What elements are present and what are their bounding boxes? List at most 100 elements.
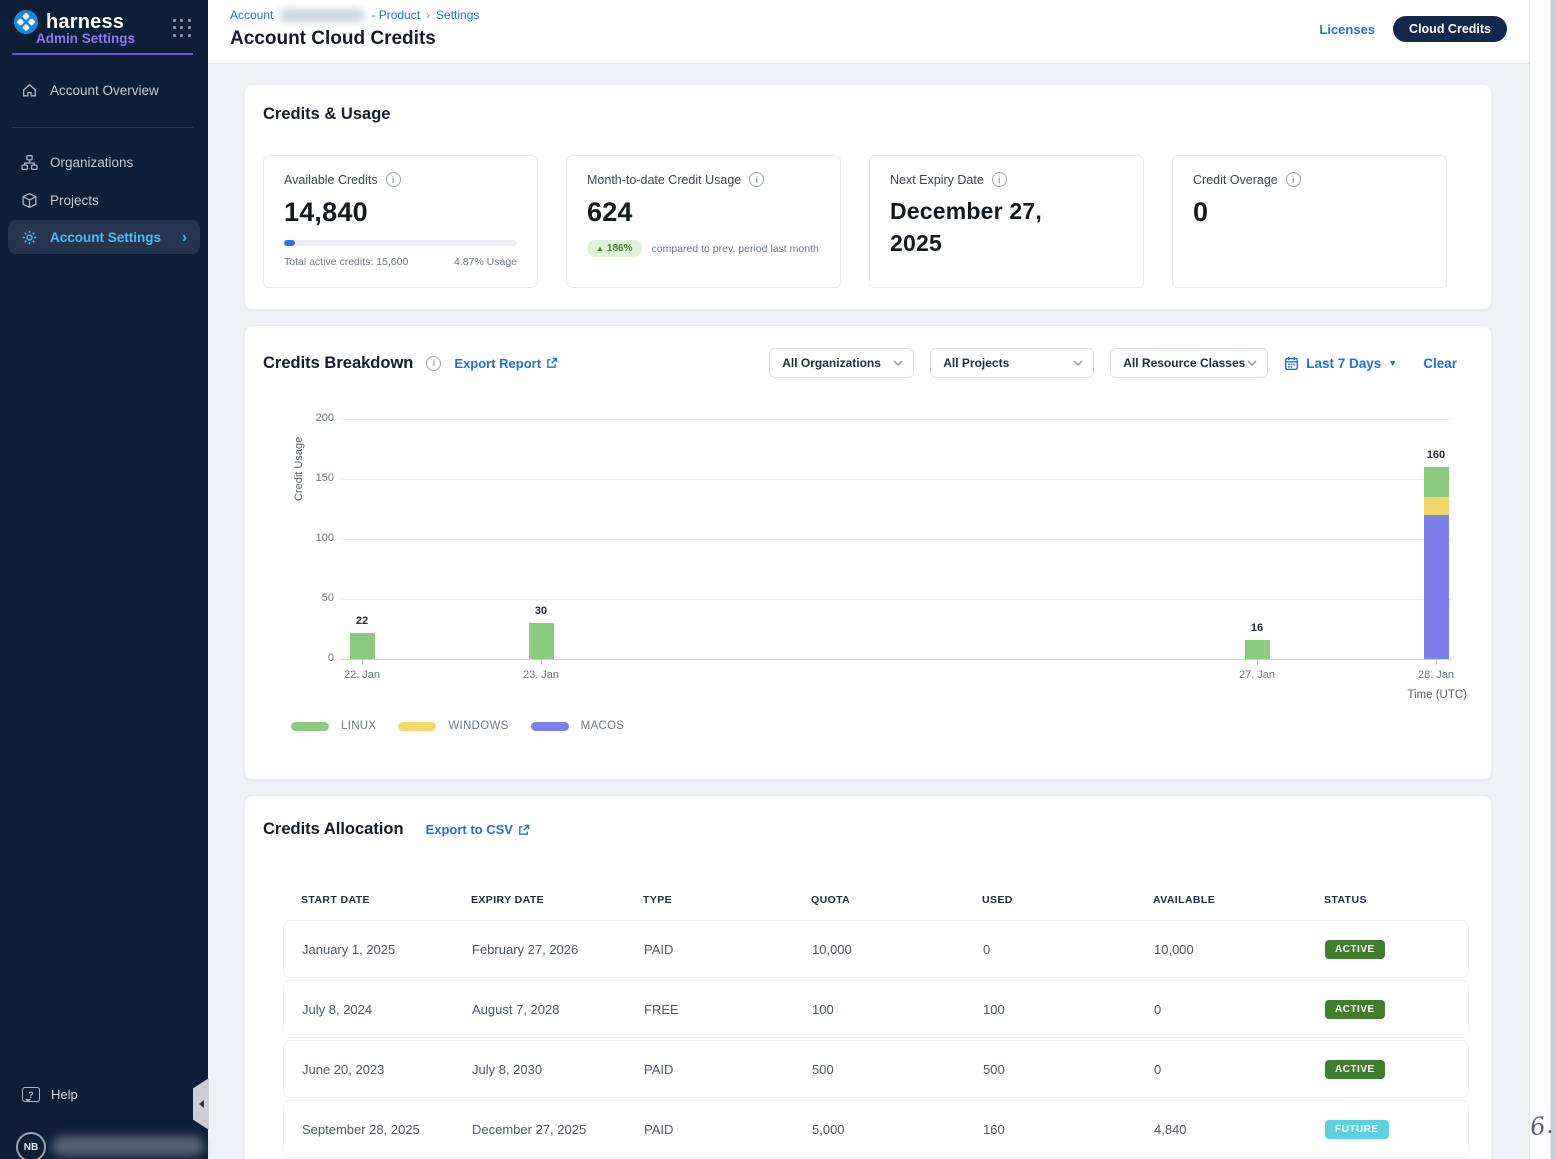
breadcrumb-product[interactable]: - Product (371, 8, 420, 22)
date-range-picker[interactable]: Last 7 Days ▼ (1284, 356, 1397, 371)
page-header: Account - Product › Settings Account Clo… (208, 0, 1556, 64)
column-header: QUOTA (811, 894, 982, 906)
chevron-down-icon (893, 360, 903, 366)
legend-label: WINDOWS (448, 720, 508, 732)
sidebar-item-account-settings[interactable]: Account Settings › (8, 220, 200, 254)
legend-label: MACOS (581, 720, 625, 732)
chart-y-axis-label: Credit Usage (293, 437, 305, 501)
mtd-usage-label: Month-to-date Credit Usage (587, 173, 741, 187)
bar-value-label: 22 (332, 615, 392, 627)
chevron-down-icon (1247, 360, 1257, 366)
info-icon[interactable]: i (426, 356, 441, 371)
sidebar-item-organizations[interactable]: Organizations (8, 146, 200, 178)
status-badge: ACTIVE (1325, 940, 1385, 959)
table-cell: 0 (1154, 1002, 1325, 1017)
info-icon[interactable]: i (749, 172, 764, 187)
table-cell: 0 (1154, 1062, 1325, 1077)
external-link-icon (518, 824, 530, 836)
breadcrumb-account[interactable]: Account (230, 8, 273, 22)
sidebar-item-label: Organizations (50, 155, 133, 170)
legend-item-macos[interactable]: MACOS (531, 720, 625, 732)
app-grid-icon[interactable] (173, 19, 192, 38)
caret-down-icon: ▼ (1388, 358, 1397, 368)
credits-allocation-panel: Credits Allocation Export to CSV START D… (244, 795, 1492, 1159)
chart-gridline (341, 479, 1451, 480)
credits-breakdown-title: Credits Breakdown (263, 354, 413, 373)
table-row[interactable]: September 28, 2025December 27, 2025PAID5… (283, 1100, 1469, 1158)
chart-x-tick: 22. Jan (322, 669, 402, 681)
organizations-filter[interactable]: All Organizations (769, 348, 914, 378)
credit-overage-value: 0 (1193, 197, 1426, 228)
breadcrumb-settings[interactable]: Settings (436, 8, 479, 22)
projects-filter[interactable]: All Projects (930, 348, 1094, 378)
credits-usage-title: Credits & Usage (263, 105, 390, 124)
available-credits-label: Available Credits (284, 173, 378, 187)
table-cell: PAID (644, 942, 812, 957)
export-csv-link[interactable]: Export to CSV (426, 822, 530, 837)
status-badge: ACTIVE (1325, 1060, 1385, 1079)
info-icon[interactable]: i (992, 172, 1007, 187)
legend-item-windows[interactable]: WINDOWS (398, 720, 508, 732)
chart-x-axis-label: Time (UTC) (1407, 689, 1467, 701)
usage-percent: 4.87% Usage (454, 256, 517, 268)
credits-progress-bar (284, 240, 517, 246)
resource-classes-filter[interactable]: All Resource Classes (1110, 348, 1268, 378)
export-report-link[interactable]: Export Report (454, 356, 558, 371)
page-title: Account Cloud Credits (230, 28, 436, 50)
clear-filters-link[interactable]: Clear (1423, 356, 1457, 371)
bar-value-label: 30 (511, 605, 571, 617)
chart-y-tick: 0 (294, 652, 334, 664)
allocation-table-header: START DATEEXPIRY DATETYPEQUOTAUSEDAVAILA… (283, 894, 1469, 906)
chart-y-tick: 100 (294, 532, 334, 544)
sidebar-subtitle: Admin Settings (36, 31, 135, 46)
table-row[interactable]: January 1, 2025February 27, 2026PAID10,0… (283, 920, 1469, 978)
table-cell: 5,000 (812, 1122, 983, 1137)
help-button[interactable]: ? Help (22, 1087, 78, 1102)
table-cell: September 28, 2025 (302, 1122, 472, 1137)
legend-label: LINUX (341, 720, 376, 732)
sidebar-divider (12, 127, 193, 128)
sidebar: harness Admin Settings Account Overview (0, 0, 208, 1159)
help-chat-icon: ? (22, 1087, 40, 1102)
scrollbar-track[interactable] (1529, 0, 1551, 1159)
column-header: TYPE (643, 894, 811, 906)
breadcrumb-chevron-icon: › (426, 8, 430, 22)
legend-item-linux[interactable]: LINUX (291, 720, 376, 732)
credit-usage-chart: Credit Usage Time (UTC) 0501001502002222… (245, 401, 1493, 713)
next-expiry-card: Next Expiry Date i December 27, 2025 (869, 155, 1144, 288)
bar-segment-linux (529, 623, 554, 659)
table-cell: PAID (644, 1122, 812, 1137)
status-badge: FUTURE (1325, 1120, 1389, 1139)
table-cell: 0 (983, 942, 1154, 957)
delta-note: compared to prev. period last month (652, 243, 819, 255)
licenses-link[interactable]: Licenses (1319, 22, 1375, 37)
cloud-credits-button[interactable]: Cloud Credits (1393, 16, 1507, 42)
info-icon[interactable]: i (386, 172, 401, 187)
table-row[interactable]: June 20, 2023July 8, 2030PAID5005000ACTI… (283, 1040, 1469, 1098)
table-cell: December 27, 2025 (472, 1122, 644, 1137)
table-cell: July 8, 2030 (472, 1062, 644, 1077)
date-range-label: Last 7 Days (1306, 356, 1381, 371)
brand-underline (12, 53, 193, 55)
table-cell: 500 (812, 1062, 983, 1077)
chart-x-tick: 27. Jan (1217, 669, 1297, 681)
table-cell: 100 (812, 1002, 983, 1017)
bar-segment-linux (1245, 640, 1270, 659)
column-header: START DATE (301, 894, 471, 906)
delta-badge: ▲186% (587, 240, 642, 257)
sidebar-item-label: Account Settings (50, 230, 161, 245)
sidebar-item-label: Projects (50, 193, 99, 208)
table-cell: January 1, 2025 (302, 942, 472, 957)
sidebar-item-projects[interactable]: Projects (8, 184, 200, 216)
chart-gridline (341, 539, 1451, 540)
credits-progress-fill (284, 240, 295, 246)
table-cell: July 8, 2024 (302, 1002, 472, 1017)
avatar[interactable]: NB (16, 1132, 46, 1159)
table-row[interactable]: July 8, 2024August 7, 2028FREE1001000ACT… (283, 980, 1469, 1038)
arrow-up-icon: ▲ (596, 244, 604, 253)
handwritten-annotation: 6. (1528, 1111, 1555, 1142)
sidebar-item-account-overview[interactable]: Account Overview (8, 74, 200, 106)
chevron-right-icon: › (182, 229, 187, 246)
info-icon[interactable]: i (1286, 172, 1301, 187)
bar-value-label: 16 (1227, 622, 1287, 634)
